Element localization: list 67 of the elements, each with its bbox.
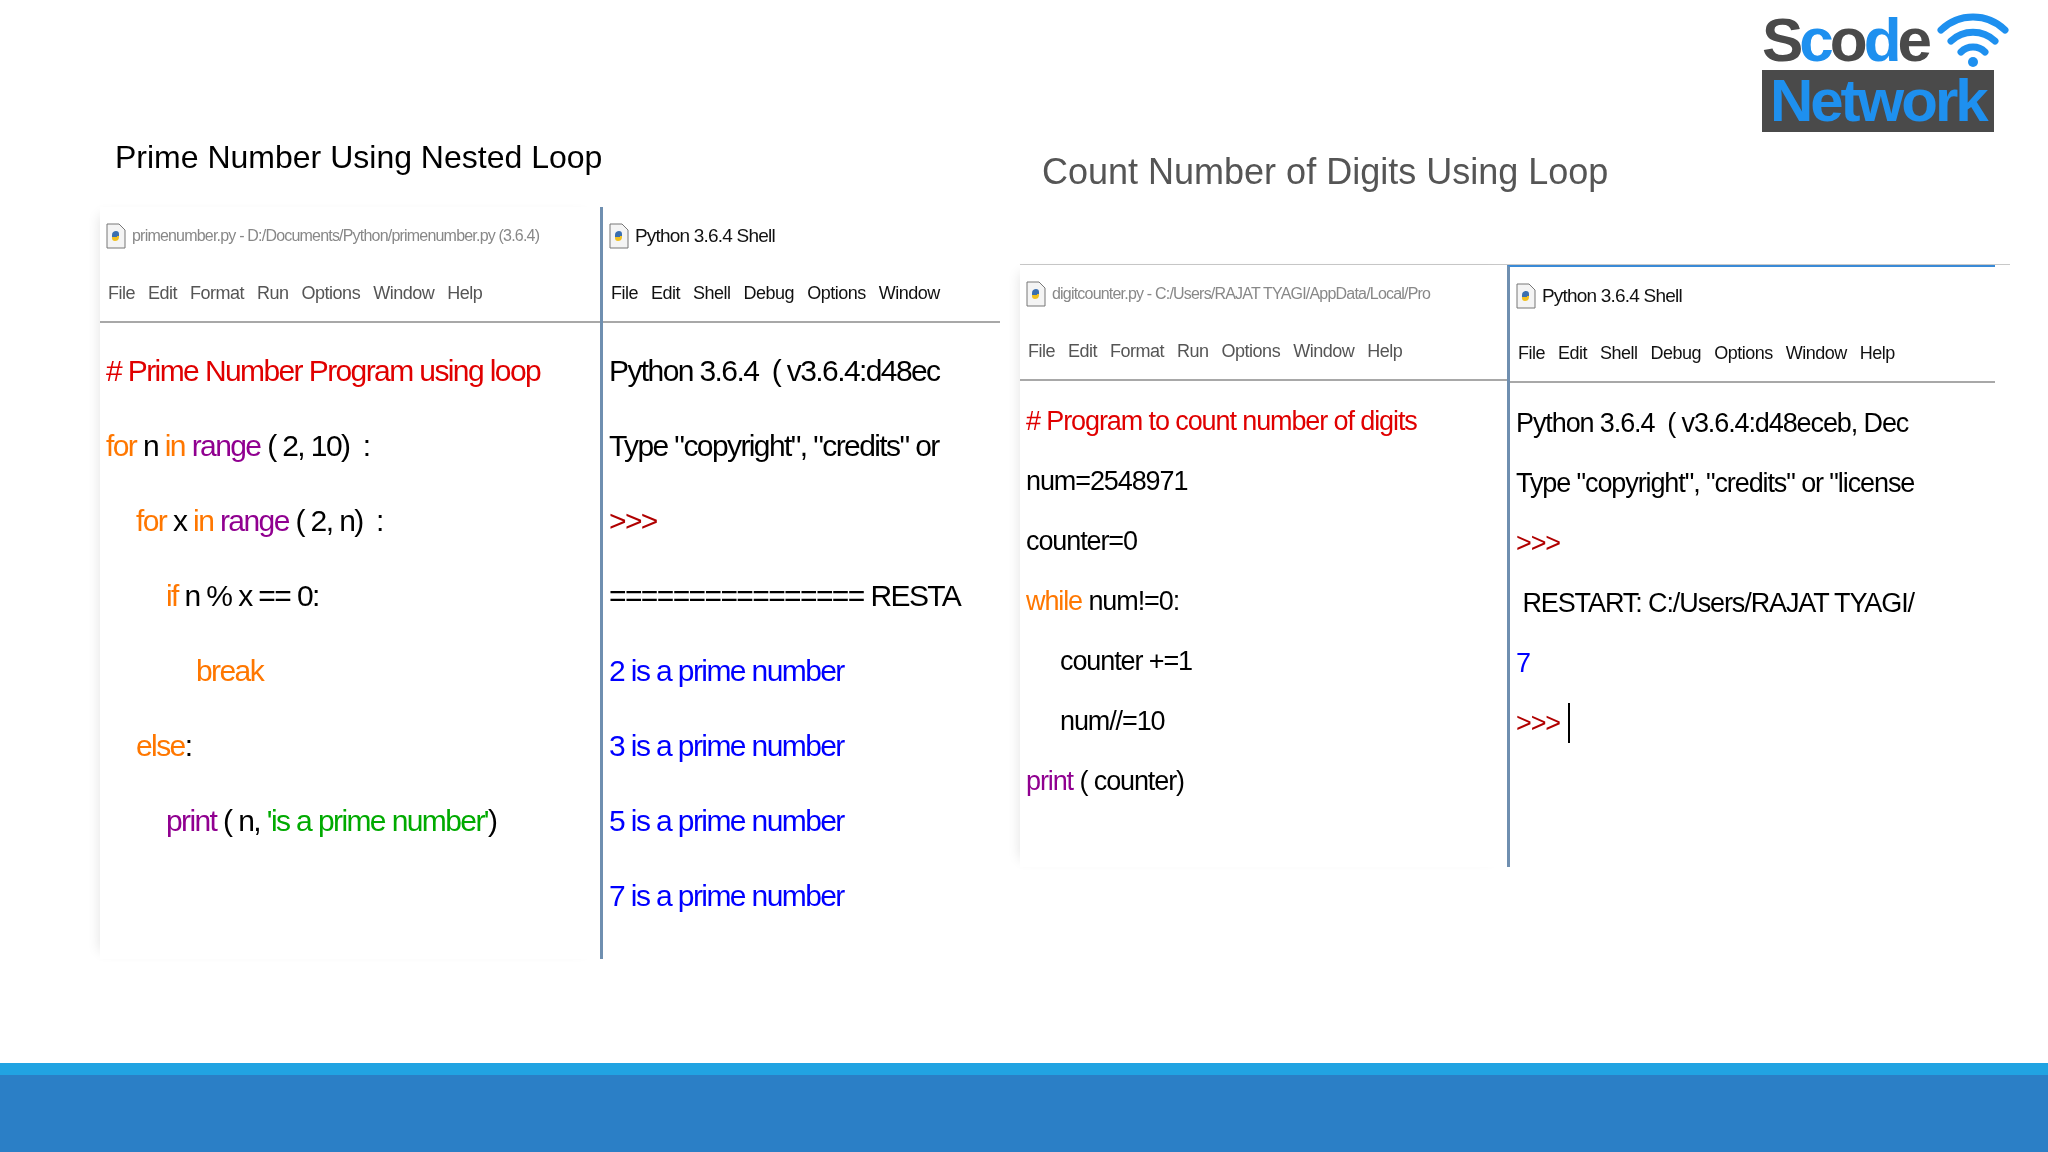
code-line: Type "copyright", "credits" or "license [1516, 467, 1915, 500]
code-line: RESTART: C:/Users/RAJAT TYAGI/ [1521, 587, 1914, 620]
logo: Scode Network [1761, 10, 2010, 145]
document-icon [1516, 283, 1536, 309]
code-line: print ( counter) [1026, 765, 1184, 798]
code-line: for x in range ( 2, n) : [136, 503, 383, 539]
code-line: Python 3.6.4 ( v3.6.4:d48ec [609, 353, 940, 389]
code-line: num=2548971 [1026, 465, 1188, 498]
document-icon [106, 223, 126, 249]
menu-item[interactable]: Shell [1600, 342, 1638, 364]
code-line: counter=0 [1026, 525, 1137, 558]
menu-item[interactable]: Edit [1558, 342, 1588, 364]
menu-item[interactable]: Edit [1068, 340, 1098, 362]
menu-item[interactable]: Edit [651, 282, 681, 304]
code-line: ================ RESTA [609, 578, 961, 614]
menu-item[interactable]: Options [1714, 342, 1773, 364]
document-icon [609, 223, 629, 249]
code-line: counter +=1 [1060, 645, 1192, 678]
menu-item[interactable]: Help [1367, 340, 1403, 362]
menu-item[interactable]: Debug [1650, 342, 1702, 364]
code-line: num//=10 [1060, 705, 1165, 738]
code-line: >>> [1516, 707, 1560, 740]
code-line: 7 is a prime number [609, 878, 844, 914]
window-title: primenumber.py - D:/Documents/Python/primenumber.py (3.6.4) [132, 227, 540, 245]
code-line: # Program to count number of digits [1026, 405, 1417, 438]
code-line: print ( n, 'is a prime number') [166, 803, 497, 839]
code-line: 2 is a prime number [609, 653, 844, 689]
menu-item[interactable]: Options [1221, 340, 1281, 362]
menu-item[interactable]: Run [1177, 340, 1209, 362]
code-line: break [196, 653, 264, 689]
menu-item[interactable]: Options [301, 282, 361, 304]
slide-title: Count Number of Digits Using Loop [1042, 150, 1610, 194]
menu-item[interactable]: File [1028, 340, 1055, 362]
menu-item[interactable]: Format [1110, 340, 1165, 362]
menu-item[interactable]: File [611, 282, 638, 304]
menu-item[interactable]: Window [878, 282, 940, 304]
menu-item[interactable]: Options [807, 282, 866, 304]
document-icon [1026, 281, 1046, 307]
menu-item[interactable]: Format [190, 282, 245, 304]
code-line: # Prime Number Program using loop [106, 353, 541, 389]
code-line: for n in range ( 2, 10) : [106, 428, 370, 464]
code-line: while num!=0: [1026, 585, 1180, 618]
wifi-icon [1936, 12, 2010, 68]
menu-item[interactable]: Window [373, 282, 435, 304]
menu-item[interactable]: Debug [743, 282, 795, 304]
menu-item[interactable]: Help [447, 282, 483, 304]
code-line: 7 [1516, 647, 1530, 680]
menu-item[interactable]: Window [1785, 342, 1847, 364]
code-line: Type "copyright", "credits" or [609, 428, 939, 464]
code-line: >>> [1516, 527, 1560, 560]
code-line: if n % x == 0: [166, 578, 319, 614]
window-title: Python 3.6.4 Shell [635, 225, 775, 247]
window-title: digitcounter.py - C:/Users/RAJAT TYAGI/AppData/Local/Pro [1052, 285, 1431, 303]
code-line: else: [136, 728, 192, 764]
menu-item[interactable]: Run [257, 282, 289, 304]
code-line: >>> [609, 503, 657, 539]
code-line: 5 is a prime number [609, 803, 844, 839]
window-title: Python 3.6.4 Shell [1542, 285, 1682, 307]
menu-item[interactable]: Shell [693, 282, 731, 304]
menu-item[interactable]: File [1518, 342, 1545, 364]
code-line: 3 is a prime number [609, 728, 844, 764]
code-line: Python 3.6.4 ( v3.6.4:d48eceb, Dec [1516, 407, 1909, 440]
menu-item[interactable]: File [108, 282, 135, 304]
menu-item[interactable]: Window [1293, 340, 1355, 362]
slide-title: Prime Number Using Nested Loop [115, 138, 604, 177]
menu-item[interactable]: Help [1859, 342, 1895, 364]
menu-item[interactable]: Edit [148, 282, 178, 304]
